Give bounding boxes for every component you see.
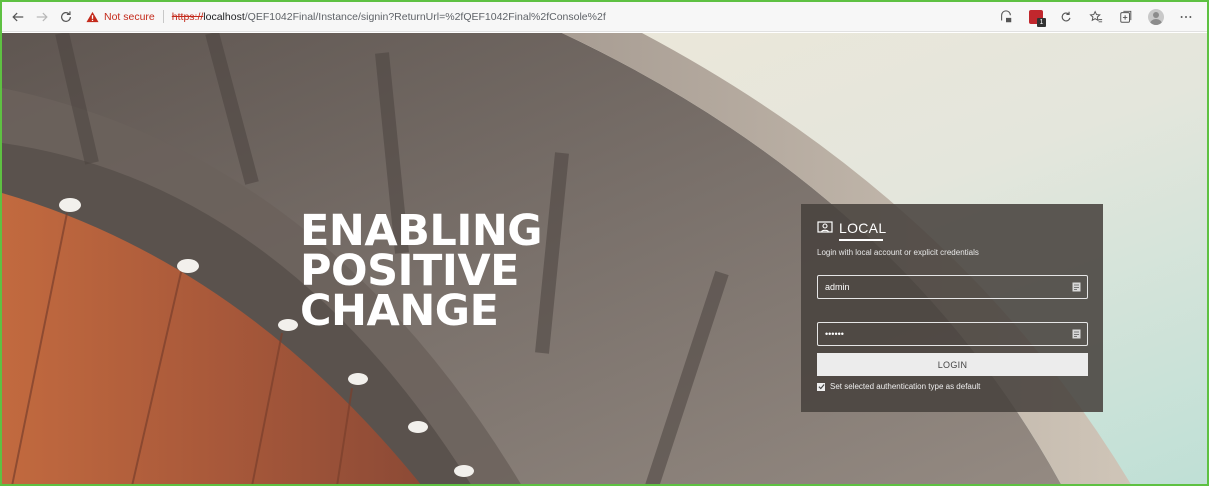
login-subtitle: Login with local account or explicit cre… bbox=[817, 248, 979, 257]
not-secure-label[interactable]: Not secure bbox=[104, 11, 155, 23]
sync-button[interactable] bbox=[1053, 5, 1079, 29]
profile-icon bbox=[1148, 9, 1164, 25]
warning-icon bbox=[86, 11, 99, 22]
hero-headline: ENABLING POSITIVE CHANGE bbox=[300, 206, 543, 336]
password-field[interactable] bbox=[817, 322, 1088, 346]
username-field[interactable] bbox=[817, 275, 1088, 299]
more-icon bbox=[1180, 16, 1192, 18]
local-account-icon bbox=[817, 221, 833, 233]
default-auth-label: Set selected authentication type as defa… bbox=[830, 382, 981, 391]
active-tab-underline bbox=[839, 239, 883, 241]
back-button[interactable] bbox=[6, 5, 30, 29]
refresh-button[interactable] bbox=[54, 5, 78, 29]
default-auth-checkbox[interactable] bbox=[817, 382, 825, 391]
browser-window: Not secure https://localhost/QEF1042Fina… bbox=[0, 0, 1209, 486]
more-button[interactable] bbox=[1173, 5, 1199, 29]
tracking-icon bbox=[1001, 10, 1012, 23]
login-button[interactable]: LOGIN bbox=[817, 353, 1088, 376]
url-text[interactable]: https://localhost/QEF1042Final/Instance/… bbox=[172, 11, 606, 23]
toolbar-actions bbox=[993, 5, 1199, 29]
url-path: /QEF1042Final/Instance/signin?ReturnUrl=… bbox=[244, 10, 606, 23]
username-input[interactable] bbox=[825, 282, 1065, 292]
login-panel: LOCAL Login with local account or explic… bbox=[801, 204, 1103, 412]
hero-line-3: CHANGE bbox=[300, 286, 499, 336]
login-title: LOCAL bbox=[839, 220, 887, 236]
favorites-icon bbox=[1089, 10, 1103, 23]
sync-icon bbox=[1061, 11, 1071, 22]
autofill-icon[interactable] bbox=[1072, 329, 1081, 339]
profile-button[interactable] bbox=[1143, 5, 1169, 29]
browser-toolbar: Not secure https://localhost/QEF1042Fina… bbox=[2, 2, 1207, 32]
url-scheme: https:// bbox=[171, 10, 204, 23]
back-icon bbox=[12, 12, 24, 21]
extension-icon bbox=[1029, 10, 1046, 27]
checkmark-icon bbox=[817, 384, 825, 390]
autofill-icon[interactable] bbox=[1072, 282, 1081, 292]
collections-button[interactable] bbox=[1113, 5, 1139, 29]
forward-button[interactable] bbox=[30, 5, 54, 29]
url-host: localhost bbox=[203, 10, 245, 23]
address-bar[interactable]: Not secure https://localhost/QEF1042Fina… bbox=[86, 6, 606, 28]
login-tab-local[interactable]: LOCAL bbox=[817, 220, 1087, 236]
password-input[interactable] bbox=[825, 329, 1065, 339]
default-auth-row[interactable]: Set selected authentication type as defa… bbox=[817, 382, 1087, 391]
extension-button[interactable] bbox=[1023, 5, 1049, 29]
favorites-button[interactable] bbox=[1083, 5, 1109, 29]
collections-icon bbox=[1120, 10, 1132, 23]
tracking-button[interactable] bbox=[993, 5, 1019, 29]
hero-line-1: ENABLING bbox=[300, 206, 543, 256]
address-divider bbox=[162, 10, 164, 23]
refresh-icon bbox=[61, 10, 71, 22]
forward-icon bbox=[36, 12, 48, 21]
hero-line-2: POSITIVE bbox=[300, 246, 520, 296]
